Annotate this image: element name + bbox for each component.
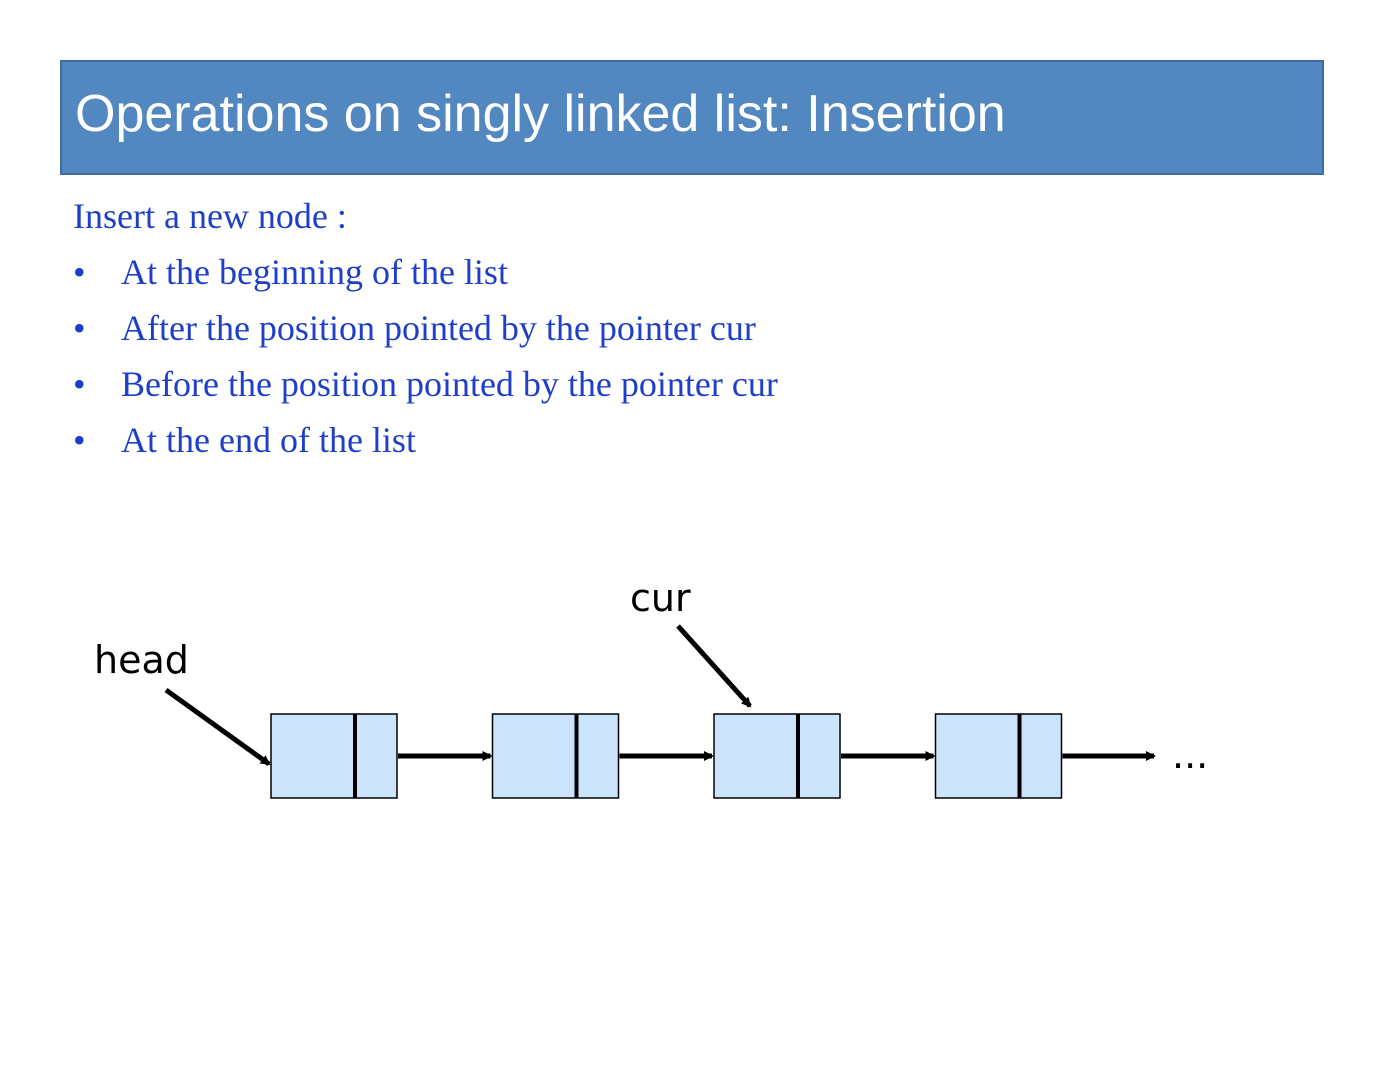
bullet-item: • After the position pointed by the poin… <box>73 304 1273 360</box>
bullet-icon: • <box>73 308 86 348</box>
ellipsis-label: ... <box>1172 733 1208 777</box>
bullet-icon: • <box>73 420 86 460</box>
bullet-text: At the beginning of the list <box>121 252 508 292</box>
cur-pointer-arrow <box>676 624 752 708</box>
list-node <box>270 713 398 799</box>
node-box <box>491 713 620 799</box>
head-label: head <box>94 638 189 682</box>
bullet-icon: • <box>73 252 86 292</box>
slide-content: Insert a new node : • At the beginning o… <box>73 192 1273 472</box>
bullet-item: • At the end of the list <box>73 416 1273 472</box>
node-box <box>713 713 841 799</box>
node-box <box>934 713 1063 799</box>
bullet-text: At the end of the list <box>121 420 416 460</box>
node-box <box>270 713 398 799</box>
intro-text: Insert a new node : <box>73 196 347 236</box>
cur-label: cur <box>630 576 691 620</box>
bullet-icon: • <box>73 364 86 404</box>
bullet-item: • Before the position pointed by the poi… <box>73 360 1273 416</box>
bullet-text: After the position pointed by the pointe… <box>121 308 756 348</box>
bullet-item: • At the beginning of the list <box>73 248 1273 304</box>
list-node <box>934 713 1063 799</box>
head-pointer-arrow <box>164 687 271 767</box>
list-node <box>713 713 841 799</box>
title-bar: Operations on singly linked list: Insert… <box>60 60 1324 175</box>
page-title: Operations on singly linked list: Insert… <box>75 85 1006 143</box>
list-node <box>491 713 620 799</box>
bullet-text: Before the position pointed by the point… <box>121 364 778 404</box>
linked-list-diagram: head cur ... <box>0 560 1387 840</box>
bullet-list: • At the beginning of the list • After t… <box>73 248 1273 472</box>
linked-list-svg: head cur ... <box>94 576 1208 799</box>
